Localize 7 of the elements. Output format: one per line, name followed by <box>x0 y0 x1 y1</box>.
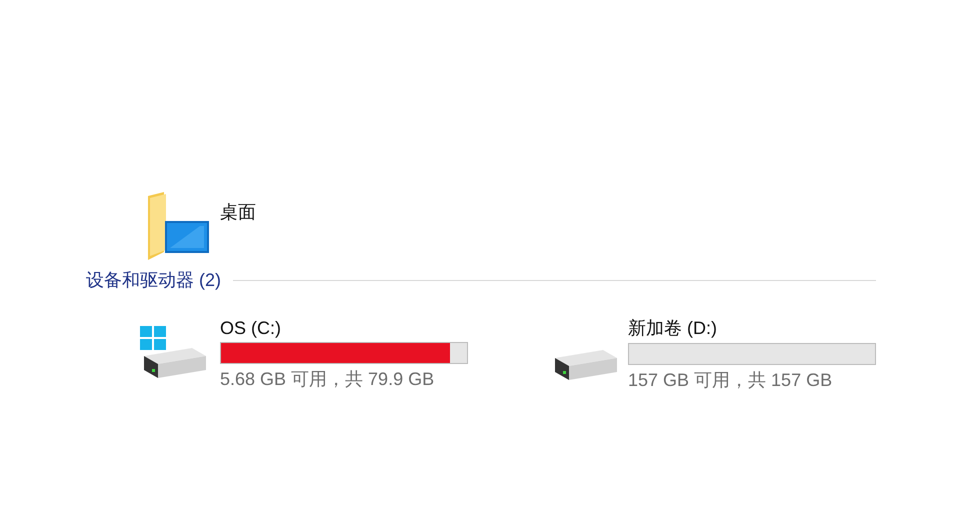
section-header[interactable]: 设备和驱动器 (2) <box>86 268 221 292</box>
drive-usage: 5.68 GB 可用，共 79.9 GB <box>220 368 436 390</box>
drive-icon <box>554 349 618 381</box>
folder-name[interactable]: 桌面 <box>220 200 256 224</box>
drive-name[interactable]: OS (C:) <box>220 318 468 338</box>
drive-name[interactable]: 新加卷 (D:) <box>628 316 876 340</box>
drive-usage: 157 GB 可用，共 157 GB <box>628 369 834 392</box>
